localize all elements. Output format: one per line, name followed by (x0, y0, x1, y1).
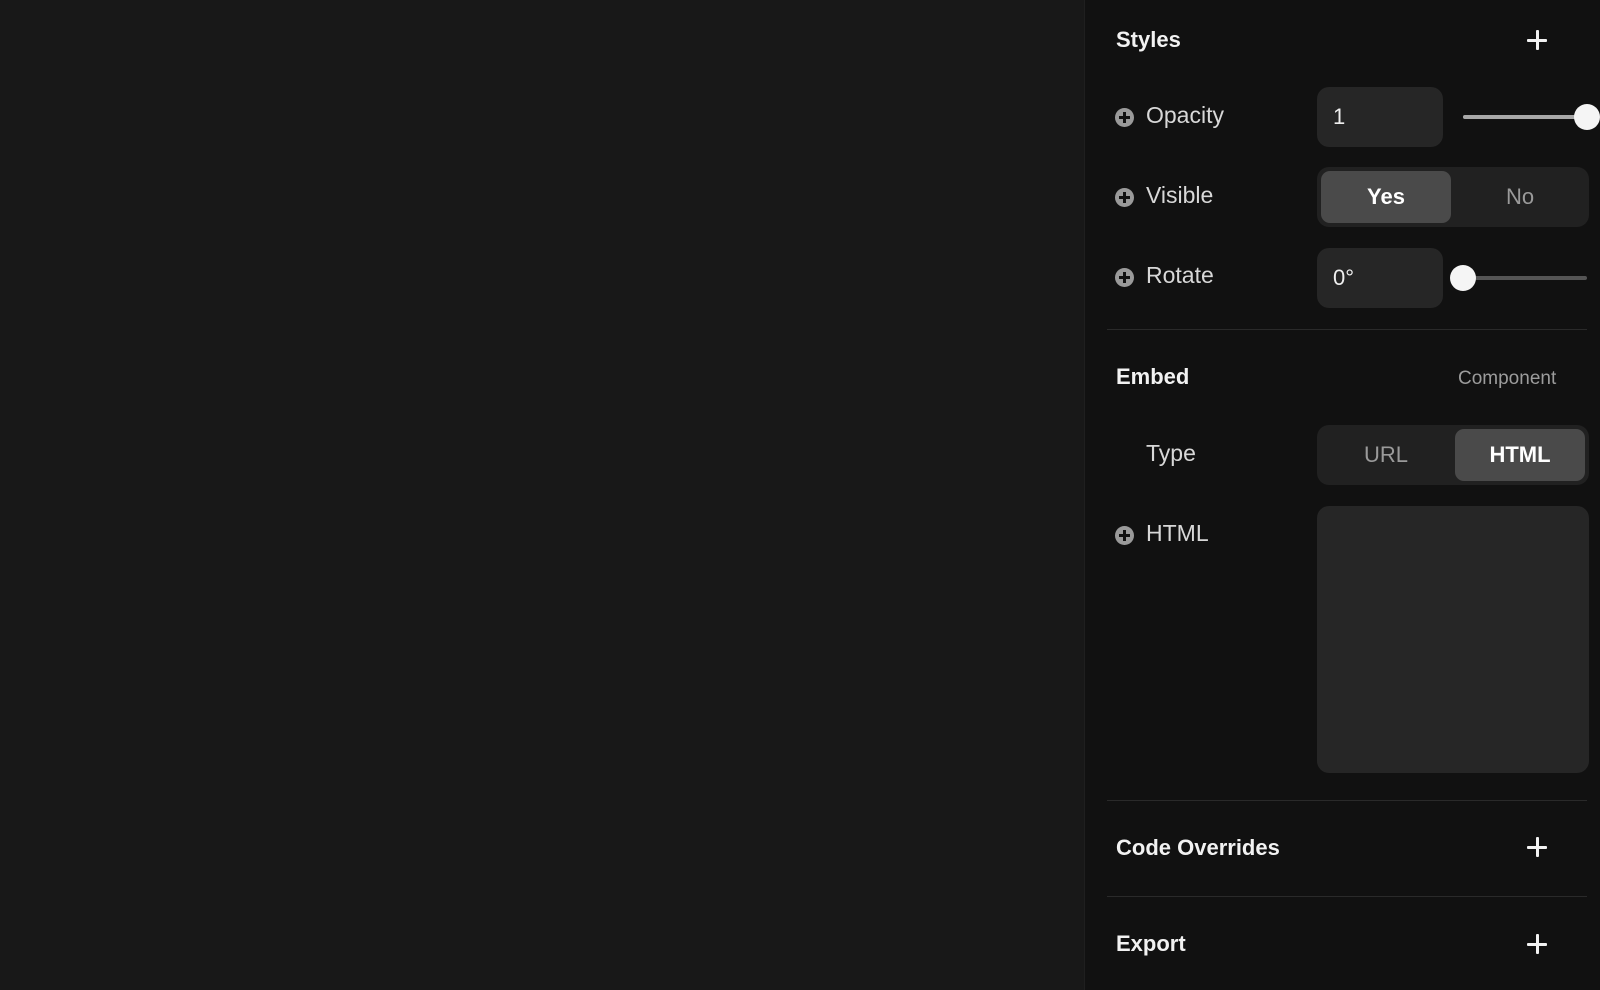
html-add-icon[interactable] (1115, 526, 1134, 545)
visible-yes-option[interactable]: Yes (1321, 171, 1451, 223)
rotate-add-icon[interactable] (1115, 268, 1134, 287)
export-title: Export (1116, 931, 1186, 956)
embed-title: Embed (1116, 364, 1190, 389)
code-overrides-title: Code Overrides (1116, 835, 1280, 860)
html-textarea[interactable] (1317, 506, 1589, 773)
opacity-input[interactable]: 1 (1317, 87, 1443, 147)
opacity-slider-thumb[interactable] (1574, 104, 1600, 130)
add-code-override-plus-icon[interactable] (1526, 836, 1548, 858)
type-label: Type (1146, 440, 1196, 466)
type-url-option[interactable]: URL (1321, 429, 1451, 481)
rotate-input[interactable]: 0° (1317, 248, 1443, 308)
opacity-label: Opacity (1146, 102, 1224, 128)
divider (1107, 329, 1587, 330)
rotate-label: Rotate (1146, 262, 1214, 288)
canvas[interactable] (0, 0, 1084, 990)
visible-label: Visible (1146, 182, 1214, 208)
rotate-slider-thumb[interactable] (1450, 265, 1476, 291)
visible-no-option[interactable]: No (1455, 171, 1585, 223)
add-export-plus-icon[interactable] (1526, 933, 1548, 955)
divider (1107, 896, 1587, 897)
properties-panel: Styles Opacity 1 Visible Yes No Rotate 0… (1084, 0, 1600, 990)
opacity-slider-fill (1463, 115, 1587, 119)
html-label: HTML (1146, 520, 1209, 546)
divider (1107, 800, 1587, 801)
styles-title: Styles (1116, 27, 1181, 52)
type-html-option[interactable]: HTML (1455, 429, 1585, 481)
add-style-plus-icon[interactable] (1526, 29, 1548, 51)
visible-segmented-control: Yes No (1317, 167, 1589, 227)
type-segmented-control: URL HTML (1317, 425, 1589, 485)
visible-add-icon[interactable] (1115, 188, 1134, 207)
rotate-slider-track[interactable] (1463, 276, 1587, 280)
opacity-add-icon[interactable] (1115, 108, 1134, 127)
component-label: Component (1458, 368, 1557, 389)
